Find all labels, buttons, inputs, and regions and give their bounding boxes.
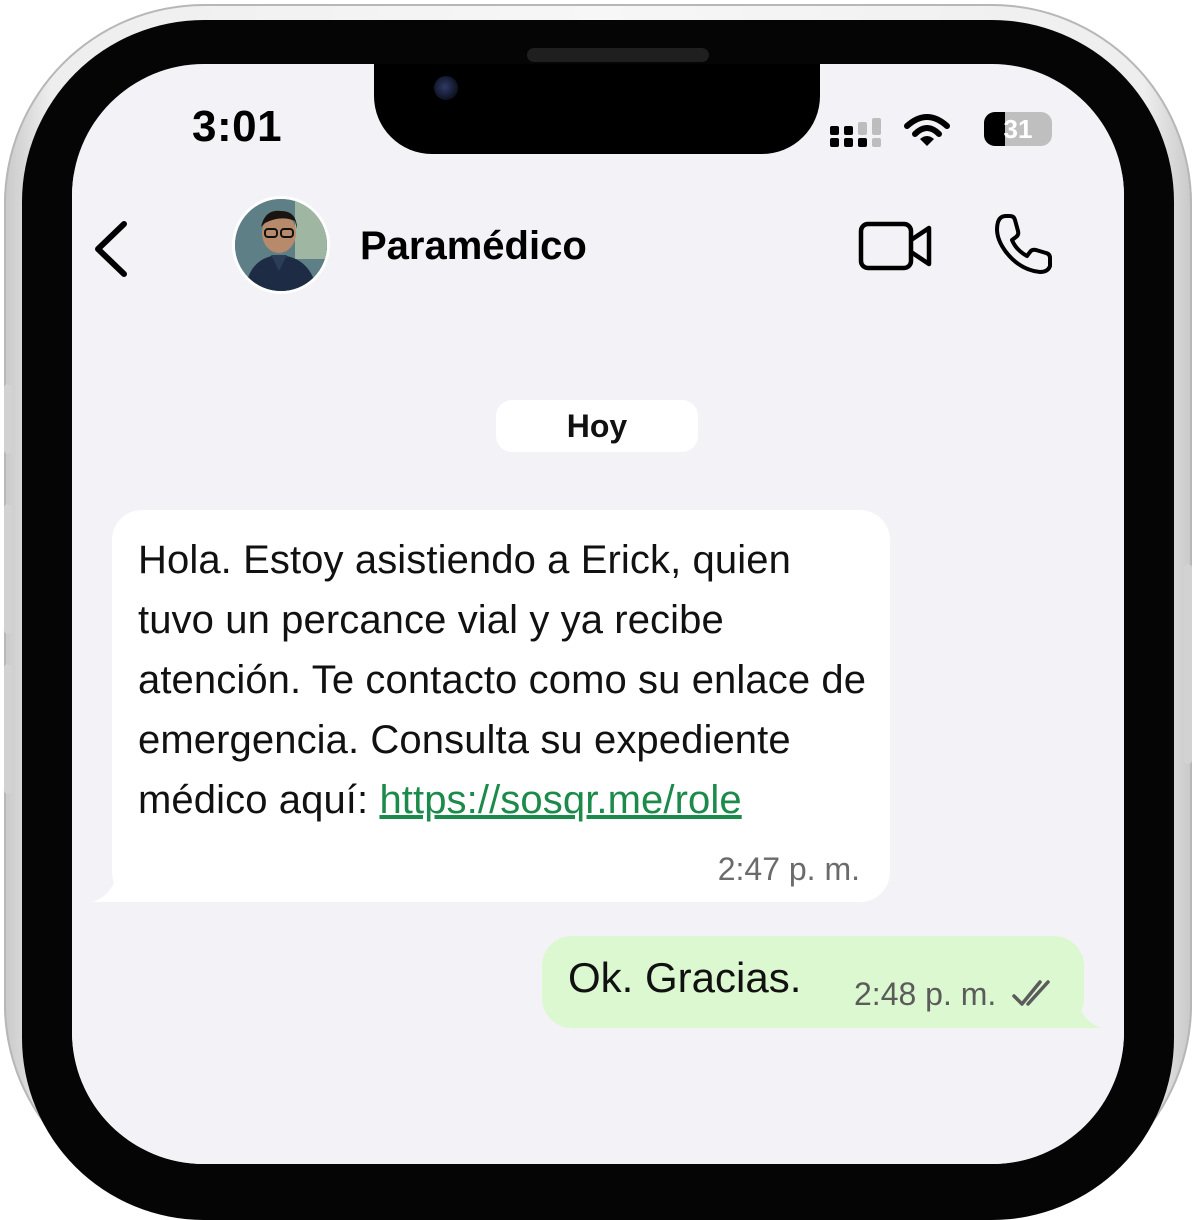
signal-icon: [830, 118, 881, 147]
battery-icon: 31: [984, 112, 1052, 146]
power-button: [1184, 564, 1192, 764]
message-time-value: 2:47: [717, 851, 780, 887]
front-camera: [434, 76, 458, 100]
status-time: 3:01: [192, 102, 283, 151]
message-time-value: 2:48: [854, 976, 917, 1012]
status-indicators: 31: [800, 108, 1060, 148]
chat-body[interactable]: Hoy Hola. Estoy asistiendo a Erick, quie…: [72, 306, 1124, 1164]
message-time: 2:47 p. m.: [718, 851, 860, 888]
bubble-tail: [92, 864, 152, 902]
message-link[interactable]: https://sosqr.me/role: [379, 778, 741, 822]
volume-down-button: [4, 664, 12, 794]
double-check-icon: [1012, 980, 1050, 1006]
chat-header: Paramédico: [72, 174, 1124, 306]
outgoing-message[interactable]: Ok. Gracias. 2:48 p. m.: [542, 936, 1102, 1028]
contact-name[interactable]: Paramédico: [360, 224, 587, 269]
volume-up-button: [4, 504, 12, 634]
avatar-image: [235, 199, 327, 291]
date-separator: Hoy: [496, 400, 698, 452]
avatar[interactable]: [232, 196, 330, 294]
message-time-suffix: p. m.: [788, 851, 860, 887]
message-text: Hola. Estoy asistiendo a Erick, quien tu…: [138, 530, 878, 830]
mute-switch: [4, 384, 12, 454]
message-time-suffix: p. m.: [925, 976, 997, 1012]
incoming-message[interactable]: Hola. Estoy asistiendo a Erick, quien tu…: [92, 510, 890, 902]
phone-screen: 3:01 31 Paramédico Hoy Hola. Estoy asist…: [72, 64, 1124, 1164]
notch: [374, 64, 820, 154]
chevron-left-icon[interactable]: [86, 218, 134, 280]
phone-icon[interactable]: [992, 212, 1056, 276]
earpiece-speaker: [527, 48, 709, 62]
message-time: 2:48 p. m.: [854, 976, 996, 1013]
wifi-icon: [904, 114, 950, 146]
message-text: Ok. Gracias.: [568, 954, 802, 1001]
battery-level: 31: [1003, 114, 1033, 144]
video-camera-icon[interactable]: [858, 218, 934, 274]
